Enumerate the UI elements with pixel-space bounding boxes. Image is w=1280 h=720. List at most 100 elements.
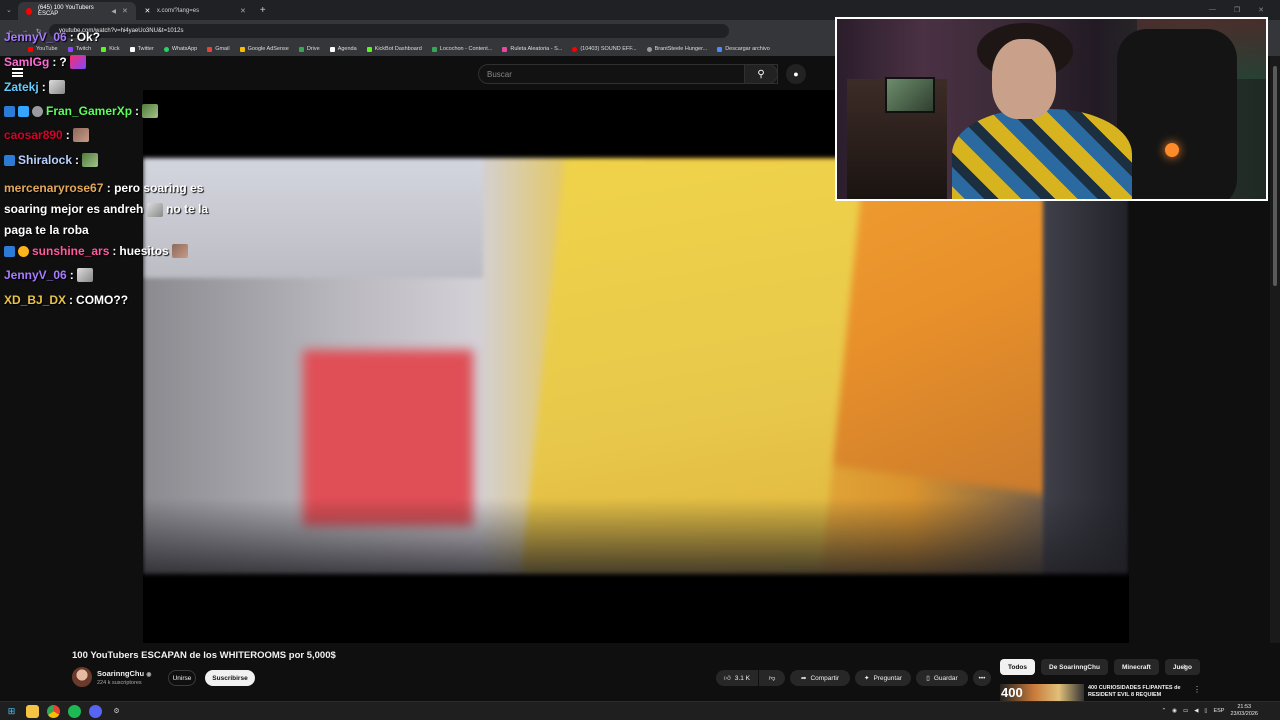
ruleta-icon — [502, 46, 508, 52]
chat-username: sunshine_ars — [32, 244, 110, 258]
video-frame — [143, 158, 1129, 574]
tab-x[interactable]: ✕ x.com/?lang=es ✕ — [136, 2, 254, 20]
recommended-title[interactable]: 400 CURIOSIDADES FLIPANTES de RESIDENT E… — [1088, 685, 1190, 699]
bookmark-item[interactable]: YouTube — [28, 46, 58, 52]
emote-icon — [76, 268, 93, 282]
bookmark-item[interactable]: Twitch — [67, 46, 91, 52]
bookmark-item[interactable]: Drive — [298, 46, 320, 52]
chat-username: Fran_GamerXp — [46, 104, 133, 118]
page-scrollbar[interactable] — [1270, 56, 1280, 701]
chevron-right-icon[interactable]: › — [1183, 661, 1186, 672]
obs-icon[interactable]: ◉ — [1172, 708, 1177, 714]
chat-text: COMO?? — [76, 293, 129, 307]
bookmark-item[interactable]: (10403) SOUND EFF... — [572, 46, 637, 52]
gem-badge-icon — [18, 105, 29, 117]
volume-icon[interactable]: ◀ — [1194, 708, 1198, 714]
search-placeholder: Buscar — [487, 70, 512, 79]
network-icon[interactable]: ▭ — [1183, 708, 1188, 714]
verified-icon: ◉ — [146, 672, 152, 678]
chat-message: Fran_GamerXp: — [4, 104, 159, 118]
chat-username: caosar890 — [4, 128, 63, 142]
hamburger-menu-icon[interactable] — [12, 68, 23, 77]
chip-todos[interactable]: Todos — [1000, 659, 1036, 675]
locochon-icon — [431, 46, 437, 52]
drive-icon — [298, 46, 304, 52]
settings-gear-icon[interactable]: ⚙ — [110, 705, 123, 718]
subscriber-count: 224 k suscriptores — [97, 680, 142, 686]
chat-username: XD_BJ_DX — [4, 293, 67, 307]
more-icon: ••• — [978, 674, 986, 682]
chip-channel[interactable]: De SoarinngChu — [1041, 659, 1108, 675]
chat-message: JennyV_06: Ok? — [4, 30, 101, 44]
clock-date: 23/03/2026 — [1230, 711, 1258, 717]
dislike-button[interactable]: 👎︎ — [759, 670, 785, 686]
streamer-webcam — [835, 17, 1268, 201]
search-input[interactable]: Buscar — [478, 64, 778, 84]
twitch-icon — [67, 46, 73, 52]
bookmark-item[interactable]: Locochon - Content... — [431, 46, 492, 52]
share-button[interactable]: ➦ Compartir — [790, 670, 850, 686]
clock[interactable]: 21:53 23/03/2026 — [1230, 704, 1258, 718]
chrome-icon[interactable] — [47, 704, 60, 718]
tab-search-icon[interactable]: ⌄ — [0, 6, 18, 14]
new-tab-button[interactable]: + — [260, 5, 266, 16]
language-indicator[interactable]: ESP — [1213, 708, 1224, 714]
speaker-icon[interactable]: ◀ — [111, 8, 116, 15]
recommended-thumbnail[interactable]: 400 — [1000, 684, 1084, 701]
bookmark-item[interactable]: Twitter — [129, 46, 154, 52]
search-button[interactable]: ⚲ — [744, 64, 778, 84]
chat-username: JennyV_06 — [4, 30, 67, 44]
bookmark-item[interactable]: Descargar archivo — [717, 46, 770, 52]
chat-message: SamIGg: ? — [4, 55, 86, 69]
channel-name[interactable]: SoarinngChu ◉ — [97, 669, 151, 678]
close-icon[interactable]: ✕ — [240, 7, 246, 15]
bookmark-item[interactable]: Ruleta Aleatoria - S... — [502, 46, 562, 52]
chevron-up-icon[interactable]: ⌃ — [1162, 708, 1167, 714]
video-scene-floor — [143, 498, 1129, 574]
system-tray: ⌃ ◉ ▭ ◀ ▯ ESP 21:53 23/03/2026 — [1162, 704, 1280, 718]
maximize-icon[interactable]: ❐ — [1234, 6, 1240, 14]
windows-start-icon[interactable]: ⊞ — [5, 705, 18, 718]
subscribe-button[interactable]: Suscribirse — [205, 670, 255, 686]
battery-icon[interactable]: ▯ — [1204, 708, 1207, 714]
voice-search-button[interactable]: ● — [786, 64, 806, 84]
chip-minecraft[interactable]: Minecraft — [1113, 659, 1159, 675]
more-vertical-icon[interactable]: ⋮ — [1193, 685, 1201, 694]
spotify-icon[interactable] — [68, 704, 81, 718]
ask-button[interactable]: ✦ Preguntar — [855, 670, 911, 686]
bookmark-item[interactable]: WhatsApp — [163, 46, 197, 52]
chat-message: sunshine_ars: huesitos — [4, 244, 188, 258]
chat-text: ? — [59, 55, 67, 69]
prime-badge-icon — [4, 105, 15, 117]
microphone-icon: ● — [793, 69, 799, 79]
address-input[interactable]: youtube.com/watch?v=hi4yaeUo3NU&t=1012s — [49, 24, 730, 38]
tab-youtube[interactable]: (645) 100 YouTubers ESCAP ◀ ✕ — [17, 2, 136, 20]
webcam-face — [992, 39, 1056, 119]
bookmark-item[interactable]: KickBot Dashboard — [366, 46, 422, 52]
webcam-chair — [1117, 29, 1237, 199]
x-icon: ✕ — [144, 7, 151, 15]
scrollbar-thumb[interactable] — [1273, 66, 1277, 286]
join-button[interactable]: Unirse — [168, 670, 196, 686]
save-button[interactable]: ▯ Guardar — [916, 670, 968, 686]
close-window-icon[interactable]: ✕ — [1258, 6, 1264, 14]
bookmark-item[interactable]: Gmail — [207, 46, 230, 52]
close-icon[interactable]: ✕ — [122, 7, 128, 15]
file-explorer-icon[interactable] — [26, 704, 39, 718]
thumbs-down-icon: 👎︎ — [768, 675, 776, 682]
more-actions-button[interactable]: ••• — [973, 670, 991, 686]
bookmark-item[interactable]: Agenda — [329, 46, 357, 52]
discord-icon[interactable] — [89, 704, 102, 718]
bookmark-item[interactable]: BrantSteele Hunger... — [646, 46, 707, 52]
bookmark-item[interactable]: Google AdSense — [239, 46, 289, 52]
share-icon: ➦ — [801, 675, 807, 682]
prime-badge-icon — [4, 245, 15, 257]
bookmark-item[interactable]: Kick — [101, 46, 120, 52]
channel-avatar[interactable] — [72, 667, 92, 687]
minimize-icon[interactable]: — — [1209, 6, 1216, 14]
chat-username: Shiralock — [18, 153, 73, 167]
like-button[interactable]: 👍︎ 3.1 K — [716, 670, 758, 686]
save-label: Guardar — [933, 674, 958, 682]
youtube-icon — [572, 46, 578, 52]
kickbot-icon — [366, 46, 372, 52]
